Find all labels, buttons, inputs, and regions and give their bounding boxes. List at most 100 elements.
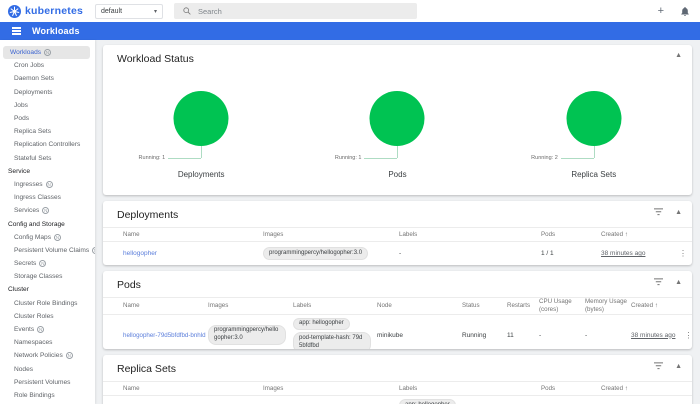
- sidebar-item-storage-classes[interactable]: Storage Classes: [0, 270, 95, 283]
- replica-sets-card: Replica Sets ▲ Name Images Labels Pods C…: [103, 355, 692, 404]
- sidebar-item-stateful-sets[interactable]: Stateful Sets: [0, 152, 95, 165]
- sidebar-item-network-policies[interactable]: Network Policies N: [0, 349, 95, 362]
- image-chip: programmingpercy/hellogopher:3.0: [263, 247, 369, 260]
- column-images: Images: [263, 384, 284, 392]
- chevron-down-icon: ▾: [153, 8, 157, 15]
- pod-name-link[interactable]: hellogopher-79d5bfdfbd-bnhld: [123, 332, 206, 339]
- sidebar-item-deployments[interactable]: Deployments: [0, 86, 95, 99]
- replica-sets-table-row: hellogopher-79d5bfdfbd programmingpercy/…: [103, 396, 692, 404]
- pods-title: Pods: [117, 279, 141, 291]
- node-cell: minikube: [377, 331, 404, 339]
- deployments-pie-running-slice[interactable]: [173, 91, 229, 146]
- collapse-card-icon[interactable]: ▲: [675, 209, 682, 216]
- namespaced-badge: N: [39, 260, 47, 268]
- sidebar-item-secrets[interactable]: Secrets N: [0, 257, 95, 270]
- column-created[interactable]: Created ↑: [631, 302, 674, 310]
- sidebar-item-persistent-volume-claims[interactable]: Persistent Volume ClaimsN: [0, 244, 95, 257]
- brand-name: kubernetes: [25, 5, 84, 17]
- column-name[interactable]: Name: [123, 302, 208, 310]
- namespaced-badge: N: [65, 352, 73, 360]
- search-box[interactable]: [174, 3, 417, 19]
- column-images: Images: [208, 301, 229, 309]
- sidebar-item-daemon-sets[interactable]: Daemon Sets: [0, 72, 95, 85]
- image-chip: programmingpercy/hellogopher:3.0: [208, 324, 286, 346]
- sidebar-item-nodes[interactable]: Nodes: [0, 363, 95, 376]
- sidebar-item-services[interactable]: Services N: [0, 204, 95, 217]
- collapse-card-icon[interactable]: ▲: [675, 279, 682, 286]
- pods-table-row: hellogopher-79d5bfdfbd-bnhld programming…: [103, 315, 692, 349]
- deployments-title: Deployments: [117, 209, 179, 221]
- sidebar-item-replica-sets[interactable]: Replica Sets: [0, 125, 95, 138]
- column-name[interactable]: Name: [123, 385, 263, 393]
- namespaced-badge: N: [54, 233, 62, 241]
- column-created[interactable]: Created ↑: [601, 231, 674, 239]
- pods-table-header: Name Images Labels Node Status Restarts …: [103, 297, 692, 315]
- replica-sets-pie-chart: Running: 2 Replica Sets: [496, 71, 692, 189]
- sidebar-item-cron-jobs[interactable]: Cron Jobs: [0, 59, 95, 72]
- deployment-name-link[interactable]: hellogopher: [123, 250, 157, 257]
- main-content: Workload Status ▲ Running: 1 Deployments…: [95, 40, 700, 404]
- deployments-table-row: hellogopher programmingpercy/hellogopher…: [103, 242, 692, 265]
- sidebar-item-cluster-roles[interactable]: Cluster Roles: [0, 310, 95, 323]
- sidebar-item-persistent-volumes[interactable]: Persistent Volumes: [0, 376, 95, 389]
- deployments-pie-label: Deployments: [177, 170, 225, 179]
- created-cell: 38 minutes ago: [631, 331, 676, 339]
- column-images: Images: [263, 230, 284, 238]
- sidebar-item-ingress-classes[interactable]: Ingress Classes: [0, 191, 95, 204]
- top-header: kubernetes default ▾ +: [0, 0, 700, 22]
- sidebar-item-jobs[interactable]: Jobs: [0, 99, 95, 112]
- pods-pie-label: Pods: [388, 170, 407, 179]
- sidebar-item-replication-controllers[interactable]: Replication Controllers: [0, 138, 95, 151]
- column-memory-usage: Memory Usage (bytes): [585, 298, 627, 313]
- cpu-usage-cell: -: [539, 331, 542, 339]
- column-pods: Pods: [541, 384, 556, 392]
- labels-cell: app: hellogopher pod-template-hash: 79d5…: [293, 315, 377, 349]
- sidebar-item-ingresses[interactable]: Ingresses N: [0, 178, 95, 191]
- sidebar-item-config-maps[interactable]: Config Maps N: [0, 231, 95, 244]
- replica-sets-table-header: Name Images Labels Pods Created ↑: [103, 381, 692, 396]
- workload-status-title: Workload Status: [117, 53, 194, 65]
- column-created[interactable]: Created ↑: [601, 385, 674, 393]
- namespace-value: default: [101, 7, 123, 15]
- kubernetes-logo[interactable]: kubernetes: [0, 4, 88, 18]
- column-pods: Pods: [541, 230, 556, 238]
- search-icon: [183, 7, 191, 15]
- sidebar-item-role-bindings[interactable]: Role Bindings: [0, 389, 95, 402]
- replica-sets-pie-label: Replica Sets: [571, 170, 617, 179]
- namespaced-badge: N: [37, 326, 45, 334]
- sidebar-item-workloads[interactable]: Workloads N: [3, 46, 90, 60]
- sidebar-item-pods[interactable]: Pods: [0, 112, 95, 125]
- create-resource-plus-icon[interactable]: +: [658, 5, 664, 17]
- column-labels: Labels: [293, 301, 312, 309]
- column-node: Node: [377, 301, 392, 309]
- row-menu-kebab-icon[interactable]: ⋮: [674, 249, 692, 258]
- filter-icon[interactable]: [654, 362, 664, 370]
- sidebar-item-cluster-role-bindings[interactable]: Cluster Role Bindings: [0, 297, 95, 310]
- notifications-bell-icon[interactable]: [680, 6, 690, 17]
- sidebar-item-events[interactable]: Events N: [0, 323, 95, 336]
- column-cpu-usage: CPU Usage (cores): [539, 298, 572, 313]
- deployments-pie-chart: Running: 1 Deployments: [103, 71, 299, 189]
- collapse-card-icon[interactable]: ▲: [675, 52, 682, 59]
- collapse-card-icon[interactable]: ▲: [675, 363, 682, 370]
- filter-icon[interactable]: [654, 278, 664, 286]
- row-menu-kebab-icon[interactable]: ⋮: [679, 331, 692, 340]
- menu-hamburger-icon[interactable]: [12, 27, 21, 35]
- search-input[interactable]: [198, 6, 368, 16]
- status-cell: Running: [462, 331, 487, 339]
- filter-icon[interactable]: [654, 208, 664, 216]
- column-labels: Labels: [399, 384, 418, 392]
- replica-sets-pie-running-slice[interactable]: [566, 91, 622, 146]
- namespace-selector[interactable]: default ▾: [95, 3, 163, 19]
- namespaced-badge: N: [42, 207, 50, 215]
- deployments-table-header: Name Images Labels Pods Created ↑: [103, 227, 692, 242]
- replica-sets-title: Replica Sets: [117, 363, 176, 375]
- created-cell: 38 minutes ago: [601, 250, 646, 257]
- label-chip: app: hellogopher: [399, 399, 456, 404]
- restarts-cell: 11: [507, 331, 514, 339]
- sidebar-item-namespaces[interactable]: Namespaces: [0, 336, 95, 349]
- pods-pie-running-slice[interactable]: [369, 91, 425, 146]
- column-name[interactable]: Name: [123, 231, 263, 239]
- label-chip: pod-template-hash: 79d5bfdfbd: [293, 332, 371, 349]
- deployments-card: Deployments ▲ Name Images Labels Pods Cr…: [103, 201, 692, 265]
